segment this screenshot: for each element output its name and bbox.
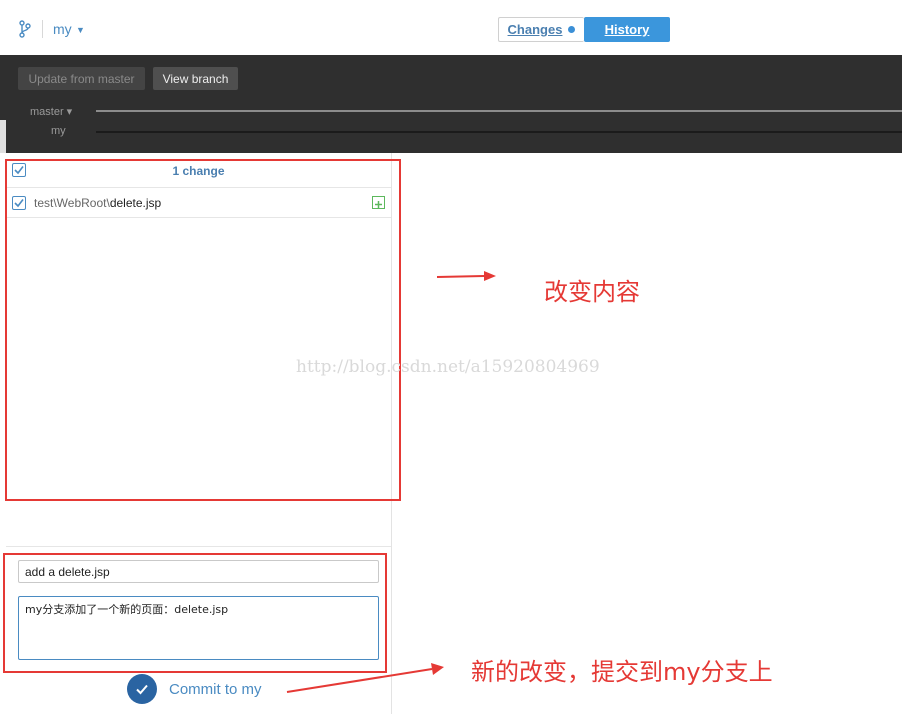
watermark: http://blog.csdn.net/a15920804969 (296, 357, 600, 377)
annotation-box-commit (3, 553, 387, 673)
top-bar: my ▼ Changes History (0, 0, 902, 55)
commit-check-icon (127, 674, 157, 704)
view-branch-button[interactable]: View branch (153, 67, 238, 90)
branch-selector[interactable]: my (53, 21, 72, 37)
lane-label-master[interactable]: master ▾ (30, 105, 72, 118)
divider (42, 20, 43, 38)
tab-changes-label: Changes (507, 22, 563, 37)
changes-indicator-icon (568, 26, 576, 33)
branch-graph-panel: Update from master View branch master ▾ … (0, 55, 902, 153)
divider (6, 546, 391, 547)
tab-changes[interactable]: Changes (498, 17, 584, 42)
commit-button-label: Commit to my (169, 680, 262, 698)
tab-history-label: History (604, 22, 650, 37)
update-from-master-button[interactable]: Update from master (18, 67, 145, 90)
sidebar-edge (0, 120, 6, 153)
tab-history[interactable]: History (584, 17, 670, 42)
arrow-icon (436, 271, 496, 281)
commit-button[interactable]: Commit to my (127, 674, 262, 704)
lane-label-my: my (51, 125, 66, 137)
master-lane-line (96, 110, 902, 112)
branch-icon (19, 20, 31, 38)
annotation-box-changes (5, 159, 401, 501)
annotation-note-changes: 改变内容 (544, 278, 640, 306)
my-lane-line (96, 131, 902, 133)
annotation-note-commit: 新的改变，提交到my分支上 (471, 658, 773, 686)
chevron-down-icon[interactable]: ▼ (76, 25, 85, 35)
